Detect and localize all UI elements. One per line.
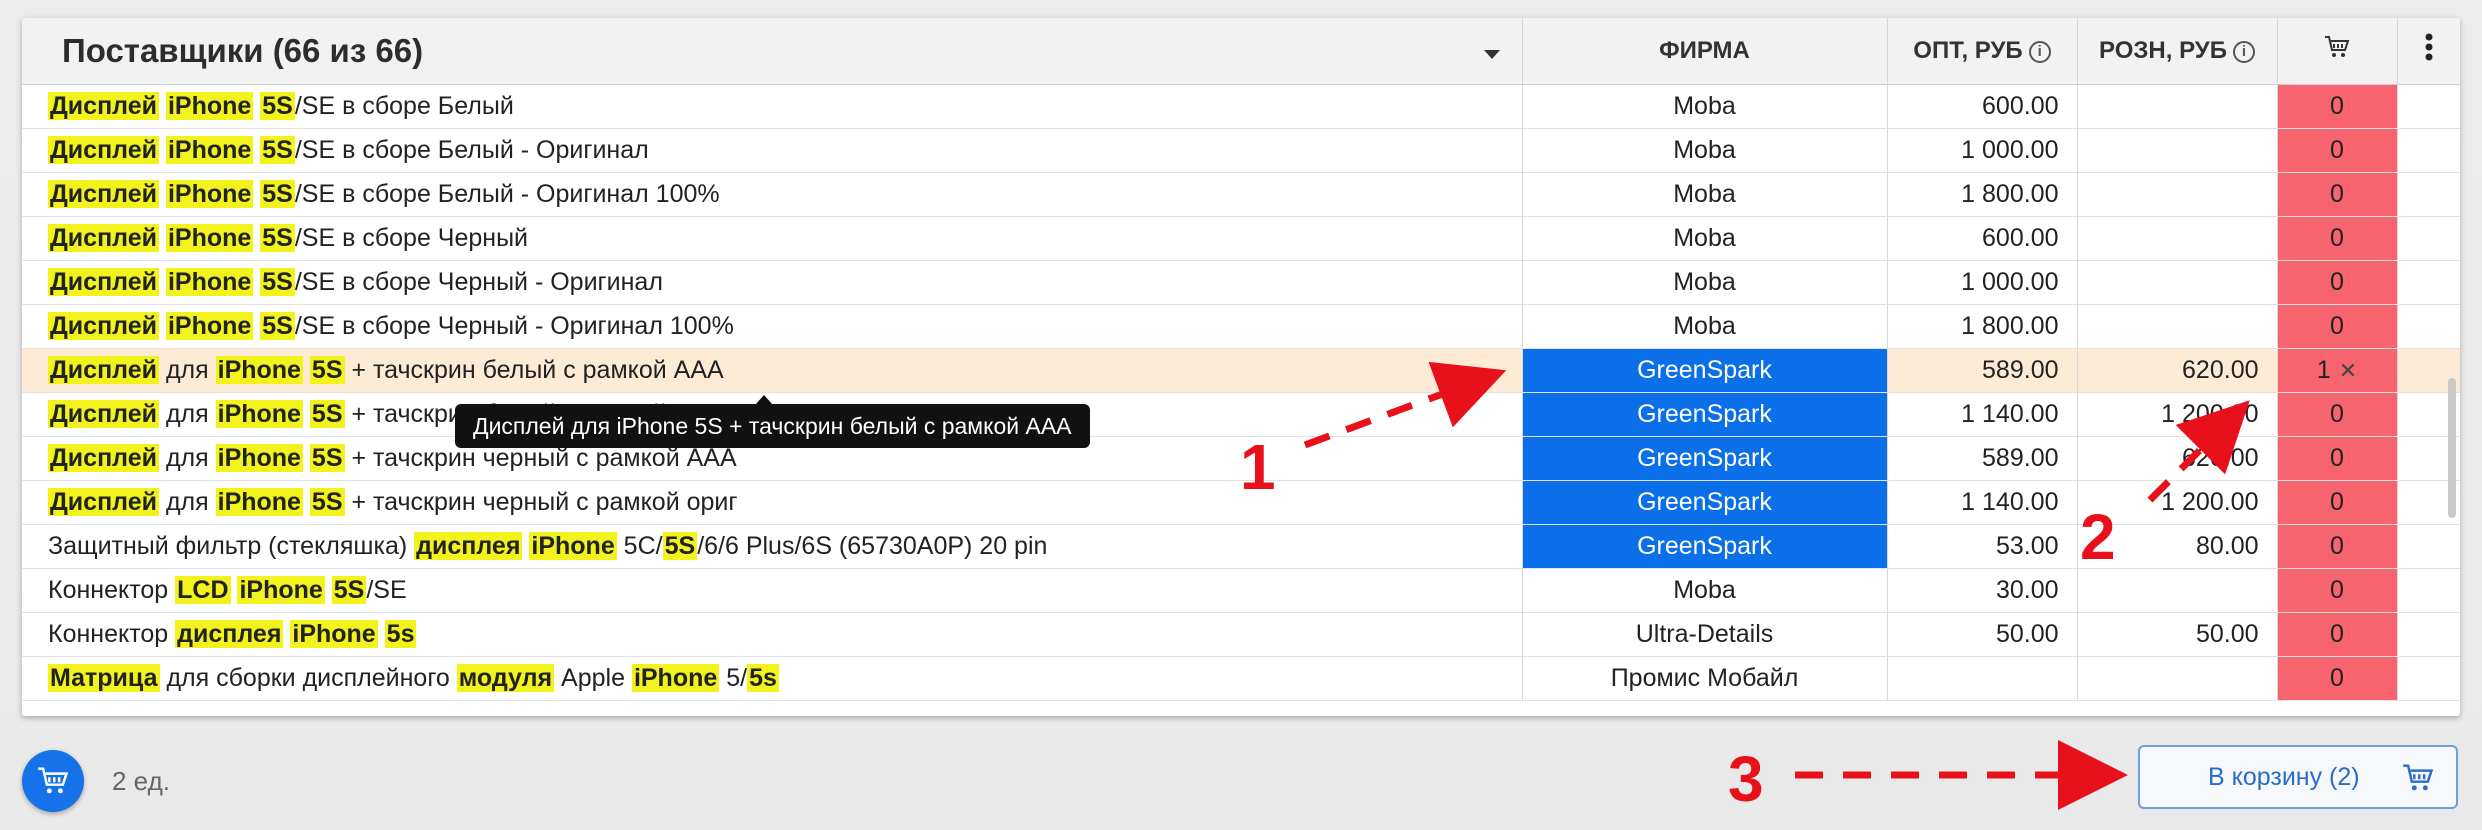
annotation-number-3: 3: [1728, 743, 1764, 815]
annotation-arrows: [1303, 361, 2250, 810]
arrow-1: [1303, 361, 1507, 449]
page: Поставщики (66 из 66) ФИРМА ОПТ, РУБ i РО…: [0, 0, 2482, 830]
annotation-number-1: 1: [1240, 431, 1276, 503]
annotation-number-2: 2: [2080, 501, 2116, 573]
arrow-2: [2147, 400, 2250, 503]
